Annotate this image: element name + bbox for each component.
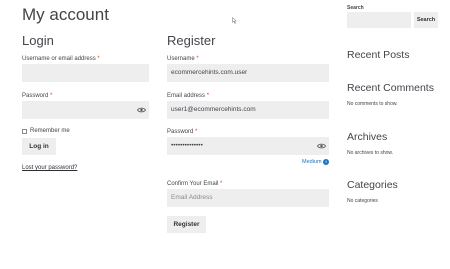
- register-username-input[interactable]: ecommercehints.com.user: [167, 64, 329, 82]
- search-button[interactable]: Search: [414, 12, 438, 28]
- recent-comments-title: Recent Comments: [347, 82, 434, 94]
- register-button[interactable]: Register: [167, 216, 206, 233]
- archives-text: No archives to show.: [347, 150, 394, 156]
- categories-title: Categories: [347, 179, 398, 191]
- register-title: Register: [167, 33, 216, 48]
- register-password-label: Password *: [167, 129, 198, 135]
- search-label: Search: [347, 5, 364, 11]
- remember-me-label: Remember me: [30, 128, 70, 134]
- register-email-label: Email address *: [167, 93, 210, 99]
- register-username-label: Username *: [167, 56, 199, 62]
- page-title: My account: [22, 5, 109, 24]
- mouse-cursor-icon: [232, 17, 237, 24]
- remember-me-checkbox[interactable]: [22, 129, 27, 134]
- info-icon: i: [323, 159, 329, 165]
- register-email-input[interactable]: user1@ecommercehints.com: [167, 101, 329, 119]
- login-password-input[interactable]: [22, 101, 149, 119]
- eye-icon[interactable]: [317, 143, 326, 149]
- register-password-input[interactable]: ••••••••••••••: [167, 137, 329, 155]
- login-button[interactable]: Log in: [22, 138, 56, 155]
- login-username-label: Username or email address *: [22, 56, 100, 62]
- password-strength-label: Medium: [302, 159, 322, 165]
- search-input[interactable]: [347, 12, 411, 28]
- login-password-label: Password *: [22, 93, 53, 99]
- lost-password-link[interactable]: Lost your password?: [22, 165, 77, 171]
- archives-title: Archives: [347, 131, 388, 143]
- confirm-email-input[interactable]: Email Address: [167, 189, 329, 207]
- login-username-input[interactable]: [22, 64, 149, 82]
- categories-text: No categories: [347, 198, 378, 204]
- login-title: Login: [22, 33, 54, 48]
- eye-icon[interactable]: [137, 107, 146, 113]
- confirm-email-label: Confirm Your Email *: [167, 181, 223, 187]
- recent-posts-title: Recent Posts: [347, 49, 410, 61]
- recent-comments-text: No comments to show.: [347, 101, 398, 107]
